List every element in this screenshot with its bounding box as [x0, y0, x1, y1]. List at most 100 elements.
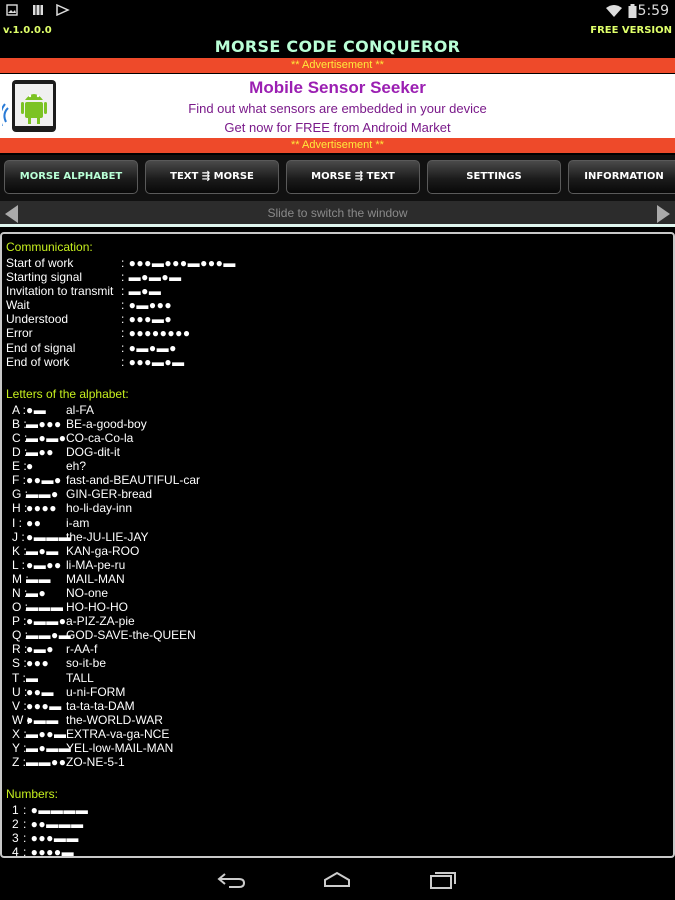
- signal-label: Error: [6, 326, 33, 341]
- gallery-notification-icon: [6, 4, 20, 18]
- letter-code: ▬▬●●: [26, 755, 67, 770]
- letter-mnemonic: li-MA-pe-ru: [66, 557, 126, 572]
- letter-mnemonic: EXTRA-va-ga-NCE: [66, 726, 170, 741]
- letter-mnemonic: MAIL-MAN: [66, 571, 125, 586]
- letter-label: L :: [12, 557, 25, 572]
- signal-code: : ▬●▬●▬: [121, 270, 182, 285]
- communication-row: Understood: ●●●▬●: [6, 312, 666, 326]
- letter-mnemonic: DOG-dit-it: [66, 445, 120, 460]
- letter-row: S : ●●● so-it-be: [6, 656, 666, 670]
- communication-row: End of signal: ●▬●▬●: [6, 341, 666, 355]
- ad-banner-top: ** Advertisement **: [0, 58, 675, 73]
- flag-notification-icon: [56, 3, 70, 18]
- communication-list: Start of work : ●●●▬●●●▬●●●▬ Starting sign…: [6, 256, 666, 369]
- letter-mnemonic: ta-ta-ta-DAM: [66, 698, 135, 713]
- letter-code: ▬▬●: [26, 487, 59, 502]
- number-code: 1 : ●▬▬▬▬: [12, 803, 89, 818]
- communication-title: Communication:: [6, 240, 93, 254]
- signal-label: Understood: [6, 312, 69, 327]
- signal-label: Wait: [6, 298, 30, 313]
- letter-mnemonic: al-FA: [66, 402, 95, 417]
- letter-mnemonic: TALL: [66, 670, 94, 685]
- number-row: 2 : ●●▬▬▬: [6, 817, 666, 831]
- letter-code: ▬●●●: [26, 416, 62, 431]
- letter-code: ●●: [26, 515, 42, 530]
- letter-label: A :: [12, 402, 27, 417]
- letter-code: ●●▬●: [26, 473, 62, 488]
- free-version-label: FREE VERSION: [590, 25, 672, 36]
- number-row: 4 : ●●●●▬: [6, 845, 666, 856]
- letter-mnemonic: fast-and-BEAUTIFUL-car: [66, 473, 201, 488]
- letter-label: F :: [12, 473, 26, 488]
- numbers-list: 1 : ●▬▬▬▬ 2 : ●●▬▬▬ 3 : ●●●▬▬ 4 : ●●●●▬: [6, 803, 666, 856]
- letter-mnemonic: a-PIZ-ZA-pie: [66, 614, 135, 629]
- signal-label: End of signal: [6, 340, 76, 355]
- tab-information[interactable]: INFORMATION: [568, 160, 675, 194]
- letter-row: W : ●▬▬ the-WORLD-WAR: [6, 713, 666, 727]
- letter-code: ●●●: [26, 656, 50, 671]
- tab-morse-to-text[interactable]: MORSE ⇶ TEXT: [286, 160, 420, 194]
- letter-mnemonic: HO-HO-HO: [66, 600, 128, 615]
- letter-mnemonic: GOD-SAVE-the-QUEEN: [66, 628, 196, 643]
- battery-icon: [628, 4, 638, 18]
- letter-mnemonic: ZO-NE-5-1: [66, 755, 125, 770]
- letter-code: ●: [26, 459, 34, 474]
- tab-text-to-morse[interactable]: TEXT ⇶ MORSE: [145, 160, 279, 194]
- letter-code: ▬: [26, 670, 39, 685]
- number-code: 2 : ●●▬▬▬: [12, 817, 84, 832]
- tab-morse-alphabet[interactable]: MORSE ALPHABET: [4, 160, 138, 194]
- letter-mnemonic: NO-one: [66, 585, 109, 600]
- letter-row: T : ▬ TALL: [6, 671, 666, 685]
- letters-title: Letters of the alphabet:: [6, 386, 129, 401]
- recent-apps-icon[interactable]: [428, 870, 458, 890]
- letter-code: ●▬●●: [26, 557, 62, 572]
- letter-mnemonic: u-ni-FORM: [66, 684, 126, 699]
- signal-code: : ●●●▬●●●▬●●●▬: [121, 256, 236, 270]
- letter-mnemonic: BE-a-good-boy: [66, 416, 147, 431]
- letter-code: ●▬▬●: [26, 614, 67, 629]
- slide-switch-bar: Slide to switch the window: [0, 201, 675, 227]
- back-icon[interactable]: [217, 870, 247, 890]
- letter-label: P :: [12, 614, 27, 629]
- letter-row: Z : ▬▬●● ZO-NE-5-1: [6, 755, 666, 769]
- communication-row: Starting signal: ▬●▬●▬: [6, 270, 666, 284]
- tab-settings[interactable]: SETTINGS: [427, 160, 561, 194]
- advertisement[interactable]: Mobile Sensor Seeker Find out what senso…: [0, 74, 675, 138]
- letter-label: Z :: [12, 755, 26, 770]
- letter-label: X :: [12, 726, 27, 741]
- letter-code: ●●▬: [26, 684, 54, 699]
- version-label: v.1.0.0.0: [3, 25, 52, 36]
- ad-banner-bottom: ** Advertisement **: [0, 138, 675, 153]
- letter-code: ▬●●▬: [26, 726, 67, 741]
- arrow-right-icon[interactable]: [657, 205, 670, 223]
- letter-row: A : ●▬ al-FA: [6, 403, 666, 417]
- signal-label: End of work: [6, 354, 70, 369]
- letter-mnemonic: KAN-ga-ROO: [66, 543, 140, 558]
- letter-row: B : ▬●●● BE-a-good-boy: [6, 417, 666, 431]
- home-icon[interactable]: [322, 870, 352, 890]
- letter-label: J :: [12, 529, 25, 544]
- letter-mnemonic: ho-li-day-inn: [66, 501, 133, 516]
- letter-code: ●▬●: [26, 642, 54, 657]
- letter-row: O : ▬▬▬ HO-HO-HO: [6, 600, 666, 614]
- ad-line-2: Get now for FREE from Android Market: [224, 120, 451, 135]
- letter-code: ●●●●: [26, 501, 57, 516]
- morse-alphabet-panel[interactable]: Communication: Start of work : ●●●▬●●●▬●●…: [0, 232, 675, 858]
- letter-row: X : ▬●●▬ EXTRA-va-ga-NCE: [6, 727, 666, 741]
- letter-code: ▬▬●▬: [26, 628, 72, 643]
- letter-code: ●▬: [26, 402, 47, 417]
- letter-label: Y :: [12, 741, 27, 755]
- number-code: 3 : ●●●▬▬: [12, 831, 79, 846]
- app-header: v.1.0.0.0 FREE VERSION MORSE CODE CONQUE…: [0, 22, 675, 58]
- slide-hint: Slide to switch the window: [267, 206, 408, 220]
- letter-label: I :: [12, 515, 23, 530]
- letter-mnemonic: YEL-low-MAIL-MAN: [66, 741, 174, 755]
- letter-row: J : ●▬▬▬ the-JU-LIE-JAY: [6, 530, 666, 544]
- letter-row: Q : ▬▬●▬ GOD-SAVE-the-QUEEN: [6, 628, 666, 642]
- letter-row: I : ●● i-am: [6, 516, 666, 530]
- signal-label: Start of work: [6, 256, 74, 270]
- communication-row: Invitation to transmit: ▬●▬: [6, 284, 666, 298]
- letter-row: D : ▬●● DOG-dit-it: [6, 445, 666, 459]
- status-time: 5:59: [637, 3, 669, 19]
- letter-row: C : ▬●▬● CO-ca-Co-la: [6, 431, 666, 445]
